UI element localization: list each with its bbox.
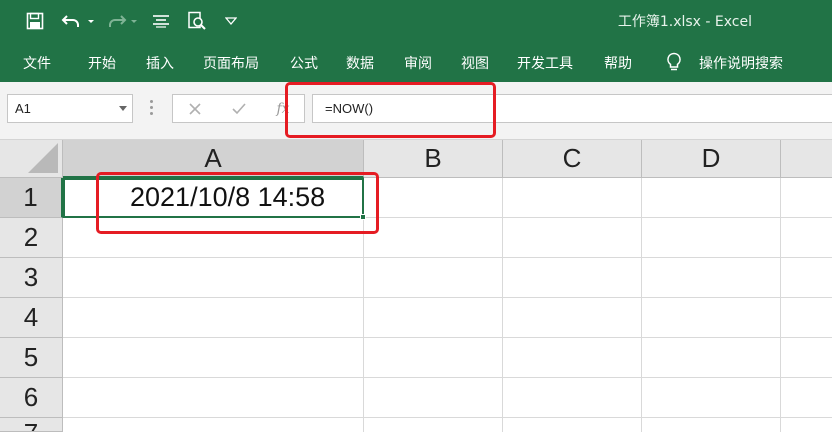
gridline <box>63 297 832 298</box>
tab-page-layout[interactable]: 页面布局 <box>203 53 259 73</box>
select-all-button[interactable] <box>0 140 63 178</box>
name-box-value: A1 <box>15 101 31 116</box>
tab-insert[interactable]: 插入 <box>146 53 174 73</box>
gridline <box>63 377 832 378</box>
tab-data[interactable]: 数据 <box>346 53 374 73</box>
row-header-5[interactable]: 5 <box>0 338 63 378</box>
ribbon-tabs: 文件 开始 插入 页面布局 公式 数据 审阅 视图 开发工具 帮助 操作说明搜索 <box>0 42 832 82</box>
cancel-icon[interactable] <box>179 95 211 122</box>
row-header-1[interactable]: 1 <box>0 178 63 218</box>
tell-me-search[interactable]: 操作说明搜索 <box>699 53 783 73</box>
print-preview-icon[interactable] <box>184 0 210 42</box>
column-header-d[interactable]: D <box>642 140 781 178</box>
name-box[interactable]: A1 <box>7 94 133 123</box>
lightbulb-icon <box>666 52 682 76</box>
save-icon[interactable] <box>22 0 48 42</box>
gridline <box>63 417 832 418</box>
tab-view[interactable]: 视图 <box>461 53 489 73</box>
row-header-3[interactable]: 3 <box>0 258 63 298</box>
gridline <box>63 337 832 338</box>
redo-icon <box>106 0 142 42</box>
tab-developer[interactable]: 开发工具 <box>517 53 573 73</box>
tab-help[interactable]: 帮助 <box>604 53 632 73</box>
undo-icon[interactable] <box>60 0 96 42</box>
enter-icon[interactable] <box>223 95 255 122</box>
annotation-box-formula <box>285 82 496 138</box>
tab-home[interactable]: 开始 <box>88 53 116 73</box>
row-header-2[interactable]: 2 <box>0 218 63 258</box>
row-header-6[interactable]: 6 <box>0 378 63 418</box>
window-title: 工作簿1.xlsx - Excel <box>617 14 752 30</box>
form-icon[interactable] <box>150 0 172 42</box>
column-header-b[interactable]: B <box>364 140 503 178</box>
tab-file[interactable]: 文件 <box>23 53 51 73</box>
title-bar: 工作簿1.xlsx - Excel <box>0 0 832 42</box>
resize-handle[interactable] <box>150 100 153 116</box>
row-header-4[interactable]: 4 <box>0 298 63 338</box>
row-header-7[interactable]: 7 <box>0 418 63 432</box>
customize-qat-icon[interactable] <box>222 0 240 42</box>
chevron-down-icon[interactable] <box>119 106 127 111</box>
column-header-c[interactable]: C <box>503 140 642 178</box>
annotation-box-cell <box>96 172 379 234</box>
tab-review[interactable]: 审阅 <box>404 53 432 73</box>
tab-formulas[interactable]: 公式 <box>290 53 318 73</box>
column-header-e[interactable] <box>781 140 832 178</box>
gridline <box>63 257 832 258</box>
